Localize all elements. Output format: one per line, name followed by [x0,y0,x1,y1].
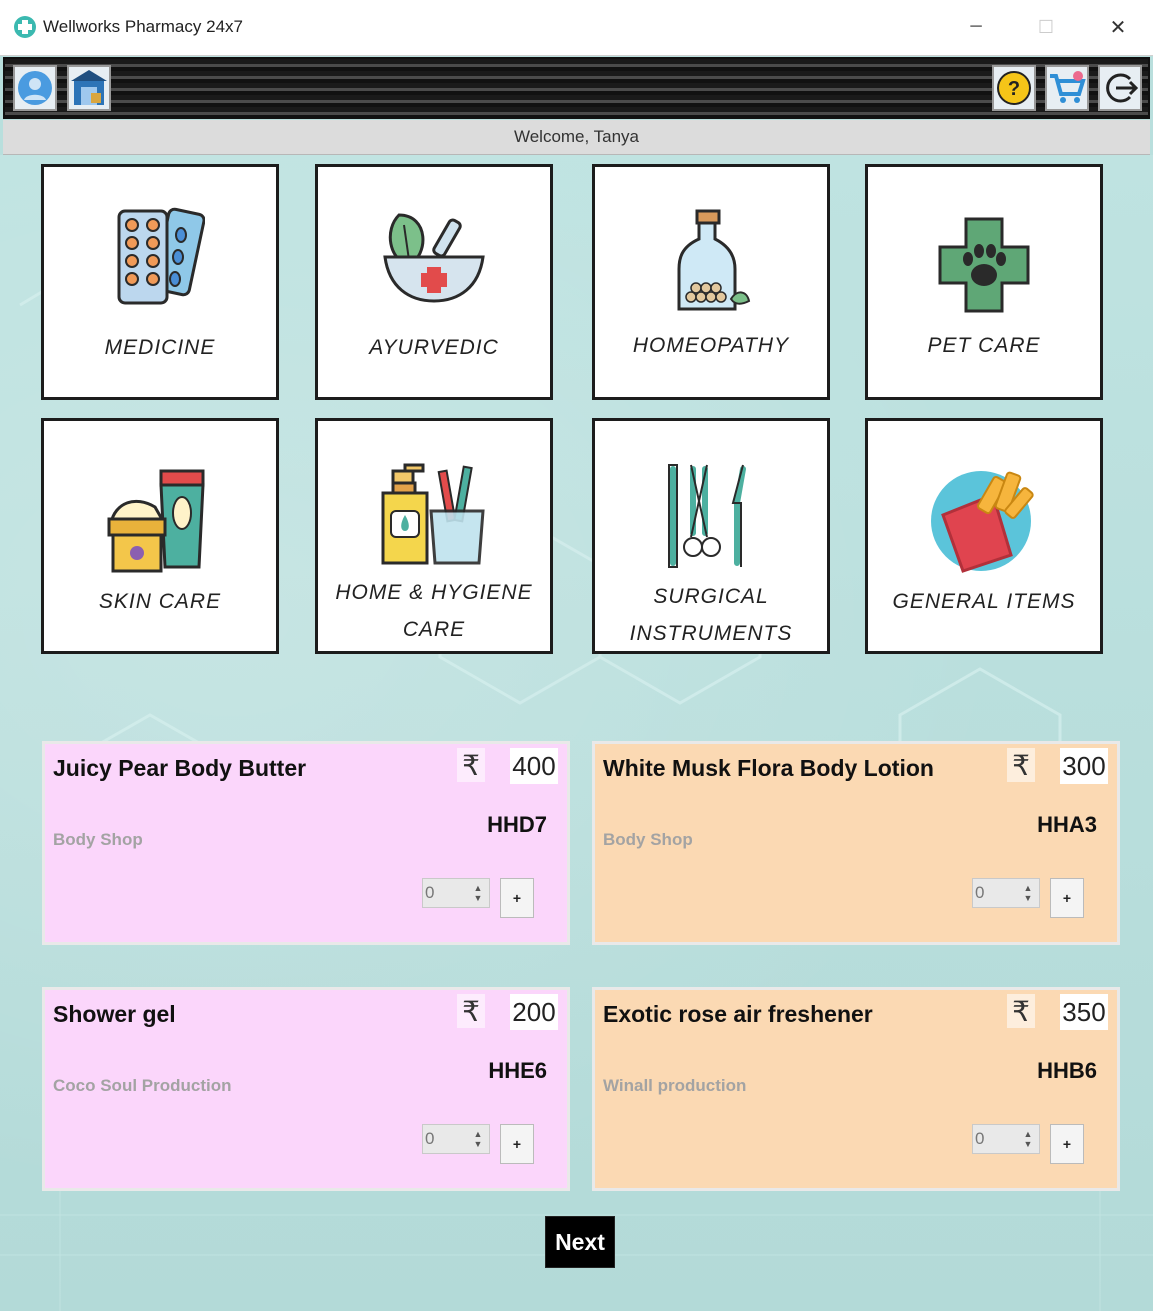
help-icon: ? [997,71,1031,105]
spin-up-icon[interactable]: ▲ [474,883,483,893]
svg-text:?: ? [1008,78,1020,100]
category-label-line2: CARE [402,618,466,641]
welcome-banner: Welcome, Tanya [3,120,1150,155]
add-to-cart-button[interactable]: + [500,1124,534,1164]
main-toolbar: ? [3,57,1150,119]
mortar-herbs-icon [383,213,485,303]
maximize-button[interactable]: ☐ [1023,8,1069,46]
product-code: HHD7 [487,812,547,837]
cart-button[interactable] [1045,65,1089,111]
profile-icon [18,71,52,105]
category-label: HOME & HYGIENE [335,581,533,604]
help-button[interactable]: ? [992,65,1036,111]
product-code: HHB6 [1037,1058,1097,1083]
spin-up-icon[interactable]: ▲ [1024,1129,1033,1139]
category-tile-home-hygiene-care[interactable]: HOME & HYGIENE CARE [315,418,553,654]
product-code: HHA3 [1037,812,1097,837]
minimize-icon: ─ [970,18,982,35]
spin-arrows[interactable]: ▲ ▼ [471,881,485,905]
spin-up-icon[interactable]: ▲ [474,1129,483,1139]
spin-arrows[interactable]: ▲ ▼ [1021,1127,1035,1151]
welcome-text: Welcome, Tanya [513,127,640,146]
category-tile-surgical-instruments[interactable]: SURGICAL INSTRUMENTS [592,418,830,654]
spin-arrows[interactable]: ▲ ▼ [1021,881,1035,905]
rupee-icon: ₹ [457,748,485,782]
product-price: 400 [510,748,558,784]
pill-blister-icon [117,207,205,305]
add-to-cart-button[interactable]: + [1050,878,1084,918]
next-button[interactable]: Next [545,1216,615,1268]
quantity-stepper[interactable]: ▲ ▼ [422,1124,490,1154]
product-name: Shower gel [53,1001,176,1027]
close-icon: ✕ [1109,16,1127,39]
category-label: PET CARE [927,334,1041,357]
logout-button[interactable] [1098,65,1142,111]
category-label: MEDICINE [104,336,216,359]
product-code: HHE6 [488,1058,547,1083]
spin-arrows[interactable]: ▲ ▼ [471,1127,485,1151]
quantity-input[interactable] [425,1128,465,1150]
rupee-icon: ₹ [457,994,485,1028]
window-titlebar: Wellworks Pharmacy 24x7 ─ ☐ ✕ [0,0,1153,56]
cream-tube-icon [107,469,205,573]
category-tile-homeopathy[interactable]: HOMEOPATHY [592,164,830,400]
category-tile-general-items[interactable]: GENERAL ITEMS [865,418,1103,654]
quantity-input[interactable] [425,882,465,904]
category-tile-medicine[interactable]: MEDICINE [41,164,279,400]
category-tile-ayurvedic[interactable]: AYURVEDIC [315,164,553,400]
product-card: White Musk Flora Body Lotion ₹ 300 HHA3 … [592,741,1120,945]
snack-pack-icon [931,471,1034,573]
add-to-cart-button[interactable]: + [500,878,534,918]
spin-down-icon[interactable]: ▼ [474,893,483,903]
add-to-cart-button[interactable]: + [1050,1124,1084,1164]
quantity-stepper[interactable]: ▲ ▼ [972,878,1040,908]
close-button[interactable]: ✕ [1095,8,1141,46]
category-label: SURGICAL [653,585,769,608]
spin-down-icon[interactable]: ▼ [474,1139,483,1149]
logout-icon [1106,73,1138,103]
soap-toothbrush-icon [381,463,485,565]
spin-down-icon[interactable]: ▼ [1024,1139,1033,1149]
product-name: Exotic rose air freshener [603,1001,873,1027]
category-label-line2: INSTRUMENTS [629,622,793,645]
product-brand: Body Shop [603,830,693,849]
main-content: MEDICINE AYURVEDIC HOMEOPATHY PET CARE S… [0,155,1153,1311]
product-brand: Coco Soul Production [53,1076,232,1095]
surgical-tools-icon [668,464,746,568]
product-card: Juicy Pear Body Butter ₹ 400 HHD7 Body S… [42,741,570,945]
product-price: 350 [1060,994,1108,1030]
product-name: White Musk Flora Body Lotion [603,755,934,781]
app-logo-icon [14,16,36,38]
window-title: Wellworks Pharmacy 24x7 [43,17,243,36]
product-card: Exotic rose air freshener ₹ 350 HHB6 Win… [592,987,1120,1191]
store-icon [71,70,107,105]
spin-up-icon[interactable]: ▲ [1024,883,1033,893]
paw-cross-icon [938,217,1030,313]
quantity-stepper[interactable]: ▲ ▼ [422,878,490,908]
quantity-input[interactable] [975,882,1015,904]
spin-down-icon[interactable]: ▼ [1024,893,1033,903]
quantity-input[interactable] [975,1128,1015,1150]
product-brand: Winall production [603,1076,747,1095]
profile-button[interactable] [13,65,57,111]
category-tile-pet-care[interactable]: PET CARE [865,164,1103,400]
minimize-button[interactable]: ─ [953,8,999,46]
store-button[interactable] [67,65,111,111]
category-label: SKIN CARE [98,590,222,613]
maximize-icon: ☐ [1037,16,1055,37]
category-label: HOMEOPATHY [632,334,790,357]
product-price: 200 [510,994,558,1030]
category-label: AYURVEDIC [369,336,499,359]
rupee-icon: ₹ [1007,994,1035,1028]
product-price: 300 [1060,748,1108,784]
product-name: Juicy Pear Body Butter [53,755,307,781]
cart-icon [1050,71,1086,103]
quantity-stepper[interactable]: ▲ ▼ [972,1124,1040,1154]
category-tile-skin-care[interactable]: SKIN CARE [41,418,279,654]
rupee-icon: ₹ [1007,748,1035,782]
product-card: Shower gel ₹ 200 HHE6 Coco Soul Producti… [42,987,570,1191]
product-brand: Body Shop [53,830,143,849]
category-label: GENERAL ITEMS [892,590,1076,613]
homeopathy-bottle-icon [677,209,751,311]
